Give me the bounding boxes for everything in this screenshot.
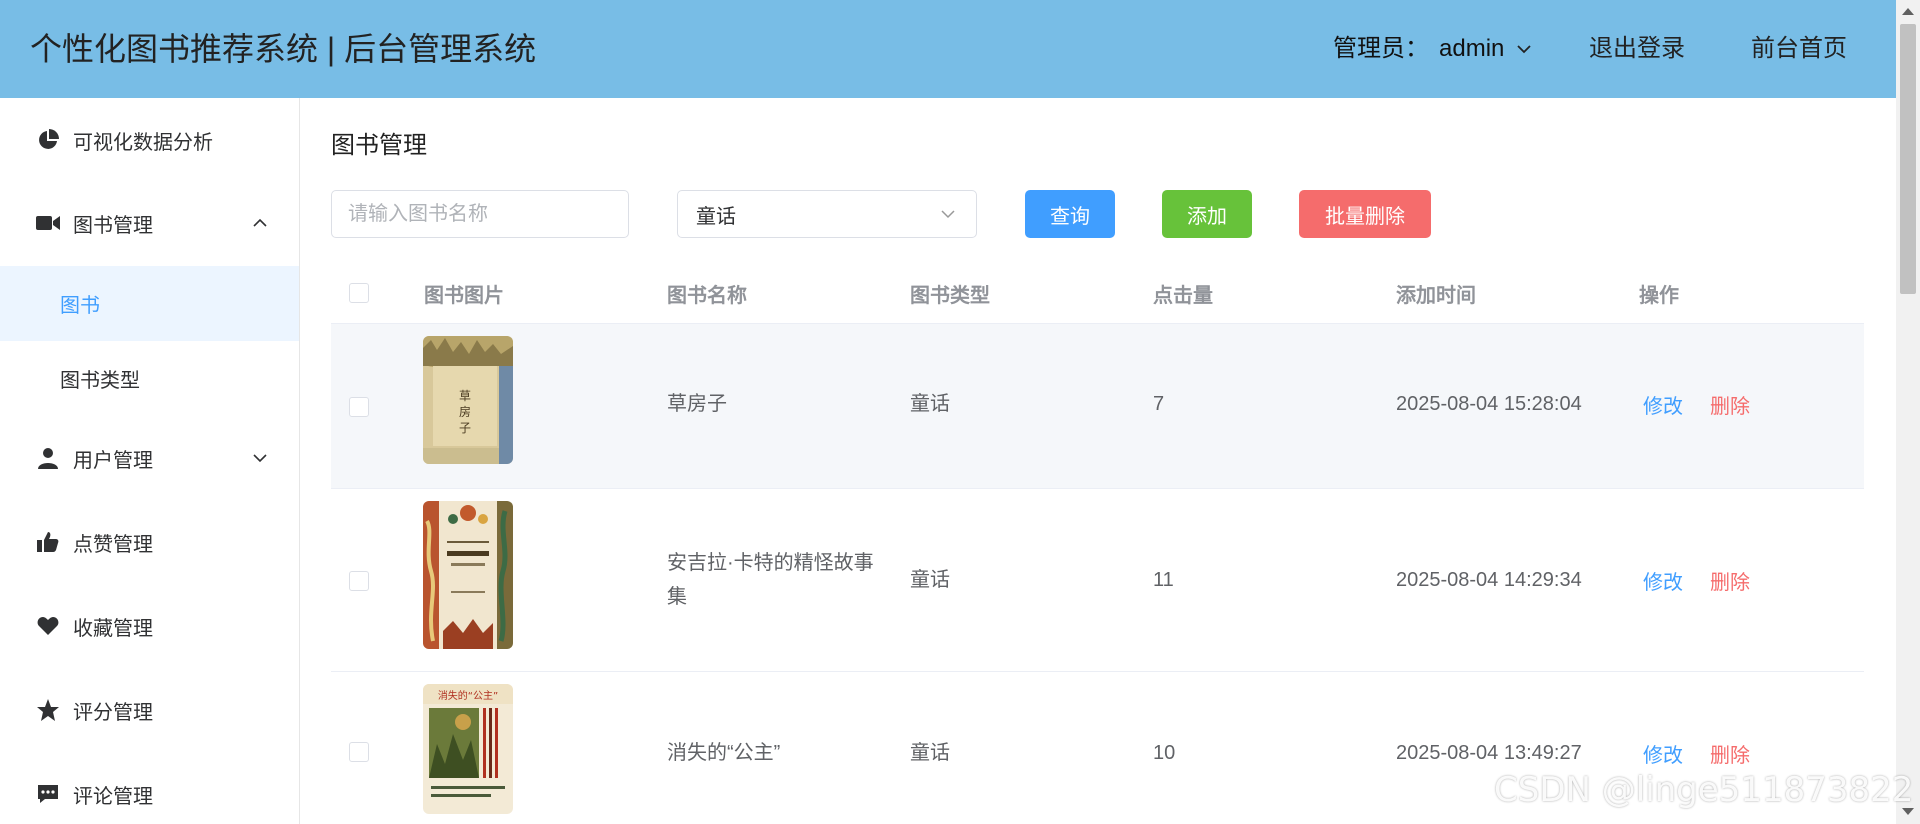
chevron-up-icon xyxy=(253,218,267,227)
edit-button[interactable]: 修改 xyxy=(1643,390,1683,419)
table-row: 草 房 子 草房子 童话 7 2025-08-04 15:28:04 修改 删除 xyxy=(331,324,1864,489)
app-title: 个性化图书推荐系统 | 后台管理系统 xyxy=(30,31,537,67)
cover-title-line: 子 xyxy=(459,421,471,435)
page-scrollbar[interactable] xyxy=(1896,0,1920,824)
cover-title-line: 草 xyxy=(459,389,471,403)
pie-chart-icon xyxy=(36,128,60,152)
video-camera-icon xyxy=(36,211,60,235)
scrollbar-thumb[interactable] xyxy=(1900,24,1916,294)
heart-icon xyxy=(36,614,60,638)
book-clicks: 10 xyxy=(1153,742,1176,764)
sidebar-item-label: 可视化数据分析 xyxy=(73,131,213,154)
sidebar-item-label: 收藏管理 xyxy=(73,617,153,640)
sidebar-item-like-management[interactable]: 点赞管理 xyxy=(0,512,299,572)
book-type: 童话 xyxy=(910,742,950,764)
book-added-time: 2025-08-04 13:49:27 xyxy=(1396,742,1582,764)
selected-type: 童话 xyxy=(696,205,736,228)
logout-link[interactable]: 退出登录 xyxy=(1589,33,1685,65)
admin-name: admin xyxy=(1439,35,1505,62)
admin-dropdown[interactable]: 管理员： admin xyxy=(1333,33,1532,65)
cover-title-line: 房 xyxy=(459,404,471,419)
book-name: 安吉拉·卡特的精怪故事集 xyxy=(667,552,874,608)
book-cover-image xyxy=(423,501,513,649)
column-header-clicks: 点击量 xyxy=(1153,285,1213,307)
sidebar-item-label: 用户管理 xyxy=(73,449,153,472)
thumbs-up-icon xyxy=(36,530,60,554)
book-clicks: 11 xyxy=(1153,569,1174,591)
book-type: 童话 xyxy=(910,393,950,415)
delete-button[interactable]: 删除 xyxy=(1710,739,1750,768)
chevron-down-icon xyxy=(253,454,267,463)
scroll-up-arrow-icon[interactable] xyxy=(1902,8,1914,15)
watermark-text: CSDN @linge511873822 xyxy=(1494,770,1914,810)
sidebar-item-comment-management[interactable]: 评论管理 xyxy=(0,764,299,824)
batch-delete-button[interactable]: 批量删除 xyxy=(1299,190,1431,238)
page-title: 图书管理 xyxy=(331,132,427,159)
book-name-search-input[interactable] xyxy=(331,190,629,238)
cover-title-line: 消失的“公主” xyxy=(438,689,498,702)
select-all-checkbox[interactable] xyxy=(349,283,369,303)
row-checkbox[interactable] xyxy=(349,742,369,762)
top-header: 个性化图书推荐系统 | 后台管理系统 管理员： admin 退出登录 前台首页 xyxy=(0,0,1896,98)
book-name: 消失的“公主” xyxy=(667,742,781,764)
column-header-type: 图书类型 xyxy=(910,285,990,307)
book-clicks: 7 xyxy=(1153,393,1165,415)
column-header-actions: 操作 xyxy=(1639,285,1679,307)
sidebar-item-label: 图书 xyxy=(60,295,100,317)
row-checkbox[interactable] xyxy=(349,571,369,591)
edit-button[interactable]: 修改 xyxy=(1643,739,1683,768)
delete-button[interactable]: 删除 xyxy=(1710,566,1750,595)
sidebar-item-books[interactable]: 图书 xyxy=(0,266,299,341)
sidebar-item-label: 评论管理 xyxy=(73,785,153,808)
sidebar: 可视化数据分析 图书管理 图书 图书类型 用户管理 点赞管理 收藏管理 评分管理… xyxy=(0,98,300,824)
edit-button[interactable]: 修改 xyxy=(1643,566,1683,595)
sidebar-item-book-management[interactable]: 图书管理 xyxy=(0,193,299,253)
table-header-row: 图书图片 图书名称 图书类型 点击量 添加时间 操作 xyxy=(331,268,1864,324)
book-type-select[interactable]: 童话 xyxy=(677,190,977,238)
delete-button[interactable]: 删除 xyxy=(1710,390,1750,419)
star-icon xyxy=(36,698,60,722)
sidebar-item-label: 点赞管理 xyxy=(73,533,153,556)
user-icon xyxy=(36,446,60,470)
sidebar-item-label: 评分管理 xyxy=(73,701,153,724)
sidebar-item-favorite-management[interactable]: 收藏管理 xyxy=(0,596,299,656)
sidebar-item-data-analysis[interactable]: 可视化数据分析 xyxy=(0,110,299,170)
table-row: 安吉拉·卡特的精怪故事集 童话 11 2025-08-04 14:29:34 修… xyxy=(331,489,1864,672)
chevron-down-icon xyxy=(1517,45,1532,54)
sidebar-item-book-types[interactable]: 图书类型 xyxy=(0,341,299,416)
book-cover-image: 消失的“公主” xyxy=(423,684,513,814)
sidebar-item-user-management[interactable]: 用户管理 xyxy=(0,428,299,488)
book-type: 童话 xyxy=(910,569,950,591)
column-header-added-time: 添加时间 xyxy=(1396,285,1476,307)
add-button[interactable]: 添加 xyxy=(1162,190,1252,238)
book-added-time: 2025-08-04 15:28:04 xyxy=(1396,393,1582,415)
chevron-down-icon xyxy=(941,210,955,219)
column-header-cover: 图书图片 xyxy=(424,285,504,307)
row-checkbox[interactable] xyxy=(349,397,369,417)
book-added-time: 2025-08-04 14:29:34 xyxy=(1396,569,1582,591)
admin-label: 管理员： xyxy=(1333,35,1429,62)
column-header-name: 图书名称 xyxy=(667,285,747,307)
book-cover-image: 草 房 子 xyxy=(423,336,513,464)
book-name: 草房子 xyxy=(667,393,727,415)
sidebar-item-rating-management[interactable]: 评分管理 xyxy=(0,680,299,740)
comment-icon xyxy=(36,782,60,806)
query-button[interactable]: 查询 xyxy=(1025,190,1115,238)
front-home-link[interactable]: 前台首页 xyxy=(1751,33,1847,65)
sidebar-item-label: 图书类型 xyxy=(60,370,140,392)
sidebar-item-label: 图书管理 xyxy=(73,214,153,237)
